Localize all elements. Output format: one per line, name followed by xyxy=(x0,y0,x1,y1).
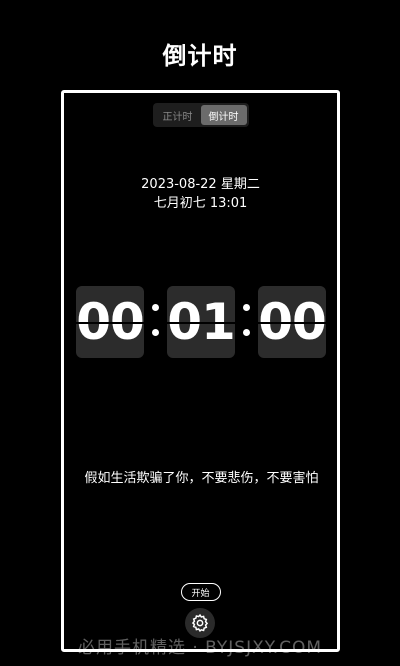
start-button[interactable]: 开始 xyxy=(180,583,221,601)
watermark: 必用手机精选 · BYJSJXY.COM xyxy=(77,638,323,658)
tab-countdown[interactable]: 倒计时 xyxy=(200,105,247,125)
colon-separator xyxy=(239,298,253,342)
motivational-quote: 假如生活欺骗了你，不要悲伤，不要害怕 xyxy=(84,471,319,486)
phone-frame: 正计时 倒计时 2023-08-22 星期二 七月初七 13:01 00 01 … xyxy=(61,90,340,652)
mode-switch: 正计时 倒计时 xyxy=(152,103,249,127)
app-screen: 倒计时 正计时 倒计时 2023-08-22 星期二 七月初七 13:01 00… xyxy=(0,0,400,666)
tab-count-up[interactable]: 正计时 xyxy=(155,105,201,125)
colon-separator xyxy=(148,298,162,342)
minutes-display: 01 xyxy=(167,286,235,358)
page-title: 倒计时 xyxy=(162,42,238,70)
gear-icon xyxy=(191,613,209,633)
lunar-date-time: 七月初七 13:01 xyxy=(153,196,248,211)
countdown-clock: 00 01 00 xyxy=(76,286,328,360)
seconds-display: 00 xyxy=(258,286,326,358)
date-weekday: 2023-08-22 星期二 xyxy=(141,177,260,192)
hours-display: 00 xyxy=(76,286,144,358)
